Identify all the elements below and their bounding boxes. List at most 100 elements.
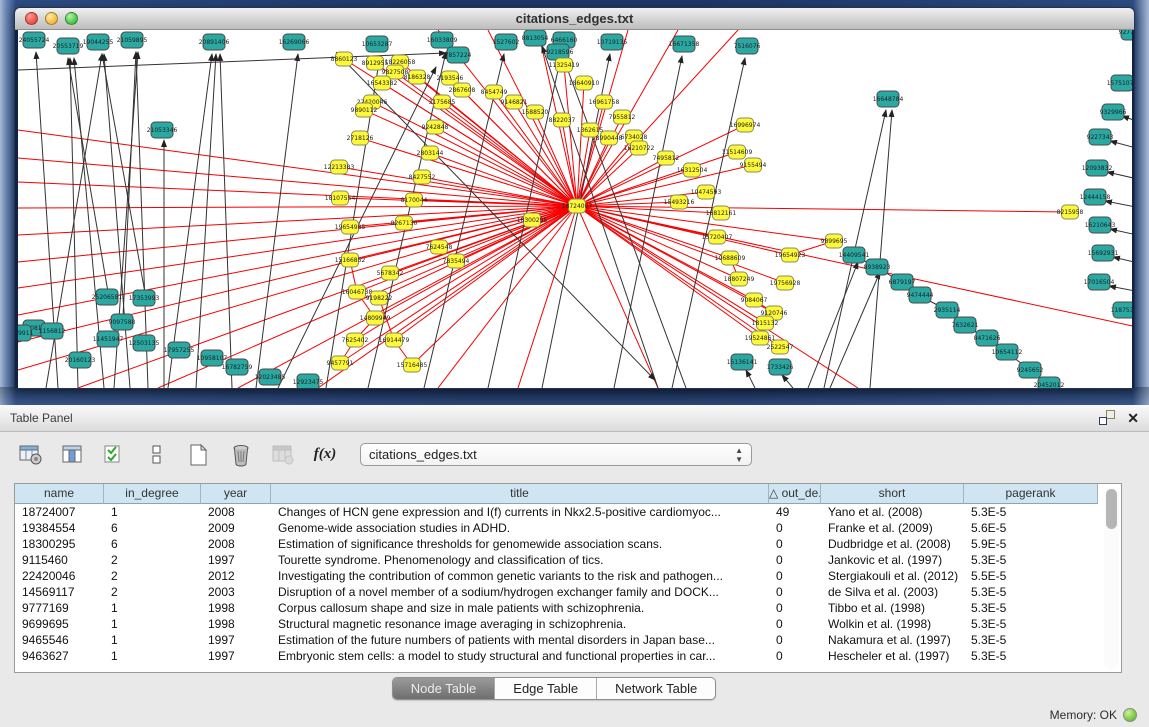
graph-node[interactable] — [782, 248, 799, 262]
table-row[interactable]: 1872400712008Changes of HCN gene express… — [15, 504, 1121, 520]
row-height-icon[interactable] — [144, 442, 170, 468]
graph-node[interactable] — [111, 314, 133, 330]
graph-node[interactable] — [121, 32, 143, 48]
tab-node-table[interactable]: Node Table — [393, 678, 496, 699]
graph-node[interactable] — [556, 58, 573, 72]
column-header-out-de-[interactable]: △ out_de... — [769, 484, 821, 504]
graph-node[interactable] — [69, 352, 91, 368]
table-vertical-scrollbar[interactable] — [1104, 487, 1119, 669]
graph-node[interactable] — [582, 123, 599, 137]
graph-node[interactable] — [371, 291, 388, 305]
graph-node[interactable] — [406, 193, 423, 207]
network-window-titlebar[interactable]: citations_edges.txt — [15, 8, 1134, 30]
graph-node[interactable] — [752, 331, 769, 345]
column-header-pagerank[interactable]: pagerank — [964, 484, 1098, 504]
graph-node[interactable] — [746, 293, 763, 307]
graph-node[interactable] — [527, 105, 544, 119]
graph-node[interactable] — [736, 38, 758, 54]
graph-node[interactable] — [431, 240, 448, 254]
column-header-in-degree[interactable]: in_degree — [104, 484, 201, 504]
graph-node[interactable] — [772, 340, 789, 354]
graph-node[interactable] — [909, 287, 931, 303]
graph-node[interactable] — [97, 331, 119, 347]
zoom-window-button[interactable] — [65, 12, 78, 25]
graph-node[interactable] — [936, 302, 958, 318]
graph-node[interactable] — [447, 47, 469, 63]
graph-node[interactable] — [382, 266, 399, 280]
graph-node[interactable] — [1121, 30, 1132, 40]
graph-node[interactable] — [352, 131, 369, 145]
graph-node[interactable] — [601, 34, 623, 50]
table-row[interactable]: 946362711997Embryonic stem cells: a mode… — [15, 648, 1121, 664]
graph-node[interactable] — [601, 131, 618, 145]
graph-node[interactable] — [1086, 160, 1108, 176]
table-row[interactable]: 1938455462009Genome-wide association stu… — [15, 520, 1121, 536]
graph-node[interactable] — [524, 213, 541, 227]
graph-node[interactable] — [524, 30, 546, 46]
graph-node[interactable] — [96, 289, 118, 305]
import-table-icon[interactable] — [270, 442, 296, 468]
graph-node[interactable] — [722, 251, 739, 265]
graph-node[interactable] — [331, 160, 348, 174]
graph-node[interactable] — [737, 118, 754, 132]
graph-node[interactable] — [745, 158, 762, 172]
graph-node[interactable] — [1089, 129, 1111, 145]
graph-node[interactable] — [454, 83, 471, 97]
graph-node[interactable] — [259, 369, 281, 385]
graph-node[interactable] — [1111, 75, 1132, 91]
graph-node[interactable] — [168, 342, 190, 358]
graph-node[interactable] — [332, 356, 349, 370]
scrollbar-thumb[interactable] — [1106, 489, 1117, 529]
graph-node[interactable] — [673, 36, 695, 52]
graph-node[interactable] — [671, 195, 688, 209]
table-row[interactable]: 1830029562008Estimation of significance … — [15, 536, 1121, 552]
graph-node[interactable] — [1038, 377, 1060, 388]
table-row[interactable]: 946554611997Estimation of the future num… — [15, 632, 1121, 648]
graph-node[interactable] — [347, 333, 364, 347]
column-header-name[interactable]: name — [15, 484, 104, 504]
graph-node[interactable] — [1102, 104, 1124, 120]
graph-node[interactable] — [506, 95, 523, 109]
float-panel-icon[interactable] — [1099, 410, 1115, 425]
table-select-combobox[interactable]: citations_edges.txt ▲▼ — [360, 443, 752, 466]
column-header-title[interactable]: title — [271, 484, 769, 504]
graph-node[interactable] — [396, 216, 413, 230]
show-columns-icon[interactable] — [60, 442, 86, 468]
graph-node[interactable] — [996, 344, 1018, 360]
graph-node[interactable] — [614, 110, 631, 124]
graph-node[interactable] — [57, 38, 79, 54]
graph-node[interactable] — [367, 56, 384, 70]
graph-node[interactable] — [1084, 189, 1106, 205]
table-row[interactable]: 969969511998Structural magnetic resonanc… — [15, 616, 1121, 632]
function-builder-icon[interactable]: f(x) — [312, 442, 338, 468]
graph-node[interactable] — [23, 32, 45, 48]
graph-node[interactable] — [427, 120, 444, 134]
graph-node[interactable] — [486, 85, 503, 99]
graph-node[interactable] — [777, 276, 794, 290]
graph-node[interactable] — [367, 311, 384, 325]
graph-node[interactable] — [684, 163, 701, 177]
create-column-icon[interactable] — [186, 442, 212, 468]
graph-node[interactable] — [374, 76, 391, 90]
graph-node[interactable] — [731, 354, 753, 370]
select-rows-icon[interactable] — [102, 442, 128, 468]
close-panel-icon[interactable]: ✕ — [1127, 411, 1139, 425]
graph-node[interactable] — [757, 316, 774, 330]
graph-node[interactable] — [349, 285, 366, 299]
graph-node[interactable] — [658, 151, 675, 165]
graph-node[interactable] — [1062, 205, 1079, 219]
memory-ok-led-icon[interactable] — [1123, 708, 1137, 722]
graph-node[interactable] — [201, 350, 223, 366]
graph-node[interactable] — [1092, 245, 1114, 261]
graph-node[interactable] — [297, 374, 319, 388]
graph-node[interactable] — [729, 145, 746, 159]
graph-node[interactable] — [554, 113, 571, 127]
tab-edge-table[interactable]: Edge Table — [495, 678, 597, 699]
graph-node[interactable] — [422, 146, 439, 160]
graph-node[interactable] — [386, 333, 403, 347]
graph-node[interactable] — [41, 323, 63, 339]
graph-node[interactable] — [18, 325, 31, 341]
graph-node[interactable] — [769, 359, 791, 375]
graph-node[interactable] — [976, 330, 998, 346]
graph-node[interactable] — [698, 185, 715, 199]
